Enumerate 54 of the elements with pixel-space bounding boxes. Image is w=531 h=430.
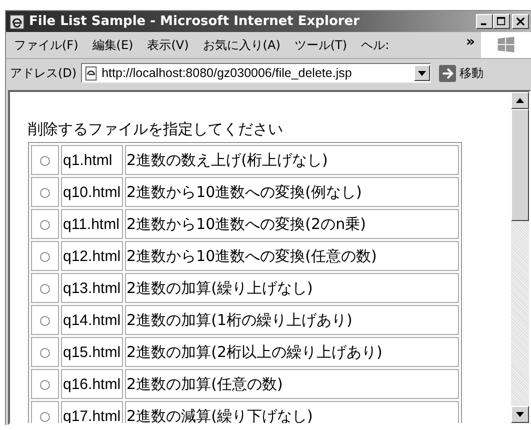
table-cell: 2進数から10進数への変換(任意の数) xyxy=(124,241,459,271)
page-icon xyxy=(84,66,99,80)
radio-button[interactable] xyxy=(40,156,50,166)
menu-overflow-chevron[interactable]: » xyxy=(466,34,475,50)
radio-button[interactable] xyxy=(40,412,50,422)
table-cell: q10.html xyxy=(61,177,123,207)
scroll-down-button[interactable] xyxy=(511,406,529,423)
radio-button[interactable] xyxy=(40,316,50,326)
down-arrow-icon xyxy=(516,412,524,417)
menu-item[interactable]: 編集(E) xyxy=(92,36,134,54)
up-arrow-icon xyxy=(516,98,524,103)
minimize-button[interactable] xyxy=(476,14,493,29)
table-cell: 2進数の加算(2桁以上の繰り上げあり) xyxy=(124,337,459,367)
radio-button[interactable] xyxy=(40,252,50,262)
table-cell: q12.html xyxy=(61,241,123,271)
table-cell: q14.html xyxy=(61,305,123,335)
menu-item[interactable]: ツール(T) xyxy=(294,36,348,54)
table-cell: 2進数の数え上げ(桁上げなし) xyxy=(124,145,459,175)
browser-icon xyxy=(9,14,25,30)
close-icon xyxy=(516,17,525,26)
window-title: File List Sample - Microsoft Internet Explorer xyxy=(29,14,361,29)
address-field[interactable]: http://localhost:8080/gz030006/file_delete.jsp xyxy=(80,63,431,83)
table-cell: q15.html xyxy=(61,337,123,367)
table-cell: 2進数の減算(繰り下げなし) xyxy=(124,401,459,423)
table-cell: q16.html xyxy=(61,369,123,399)
radio-button[interactable] xyxy=(40,284,50,294)
address-label: アドレス(D) xyxy=(10,64,77,82)
page-heading: 削除するファイルを指定してください xyxy=(28,120,284,139)
table-cell: q1.html xyxy=(61,145,123,175)
caret-icon xyxy=(418,70,426,76)
radio-button[interactable] xyxy=(40,220,50,230)
scroll-up-button[interactable] xyxy=(511,92,529,109)
go-button[interactable]: 移動 xyxy=(434,64,484,82)
vertical-scrollbar[interactable] xyxy=(511,92,529,423)
table-cell: 2進数から10進数への変換(2のn乗) xyxy=(124,209,459,239)
table-cell: 2進数の加算(任意の数) xyxy=(124,369,459,399)
menu-item[interactable]: 表示(V) xyxy=(147,36,189,54)
menu-item[interactable]: お気に入り(A) xyxy=(202,36,280,54)
table-cell: 2進数から10進数への変換(例なし) xyxy=(124,177,459,207)
scroll-thumb[interactable] xyxy=(511,109,529,221)
menu-item[interactable]: ヘル: xyxy=(361,36,390,54)
table-cell: q13.html xyxy=(61,273,123,303)
menu-item[interactable]: ファイル(F) xyxy=(14,36,78,54)
table-cell: q11.html xyxy=(61,209,123,239)
table-cell: 2進数の加算(1桁の繰り上げあり) xyxy=(124,305,459,335)
table-cell: 2進数の加算(繰り上げなし) xyxy=(124,273,459,303)
close-button[interactable] xyxy=(512,14,529,29)
dropdown-button[interactable] xyxy=(414,65,430,81)
maximize-icon xyxy=(497,17,506,26)
radio-button[interactable] xyxy=(40,188,50,198)
radio-button[interactable] xyxy=(40,380,50,390)
radio-button[interactable] xyxy=(40,348,50,358)
arrow-icon xyxy=(438,64,456,82)
maximize-button[interactable] xyxy=(493,14,510,29)
